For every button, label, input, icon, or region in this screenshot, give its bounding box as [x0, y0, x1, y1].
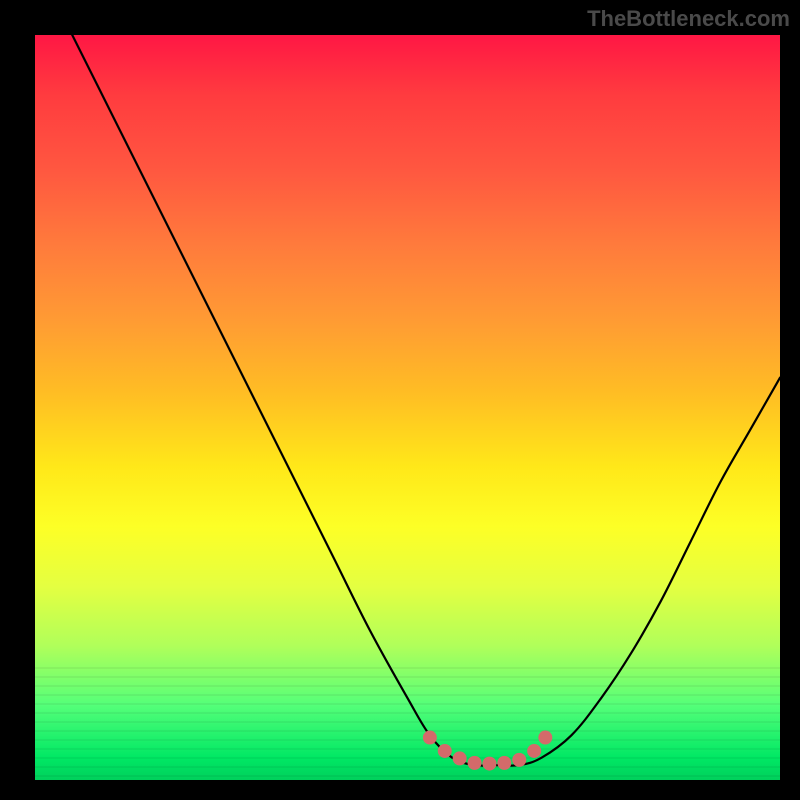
highlight-dots [423, 731, 552, 771]
highlight-dot [453, 751, 467, 765]
curve-layer [35, 35, 780, 780]
highlight-dot [538, 731, 552, 745]
chart-frame: TheBottleneck.com [0, 0, 800, 800]
highlight-dot [423, 731, 437, 745]
highlight-dot [512, 753, 526, 767]
bottleneck-curve [72, 35, 780, 766]
watermark-text: TheBottleneck.com [587, 6, 790, 32]
highlight-dot [527, 744, 541, 758]
highlight-dot [468, 756, 482, 770]
plot-area [35, 35, 780, 780]
highlight-dot [497, 756, 511, 770]
highlight-dot [438, 744, 452, 758]
highlight-dot [482, 757, 496, 771]
